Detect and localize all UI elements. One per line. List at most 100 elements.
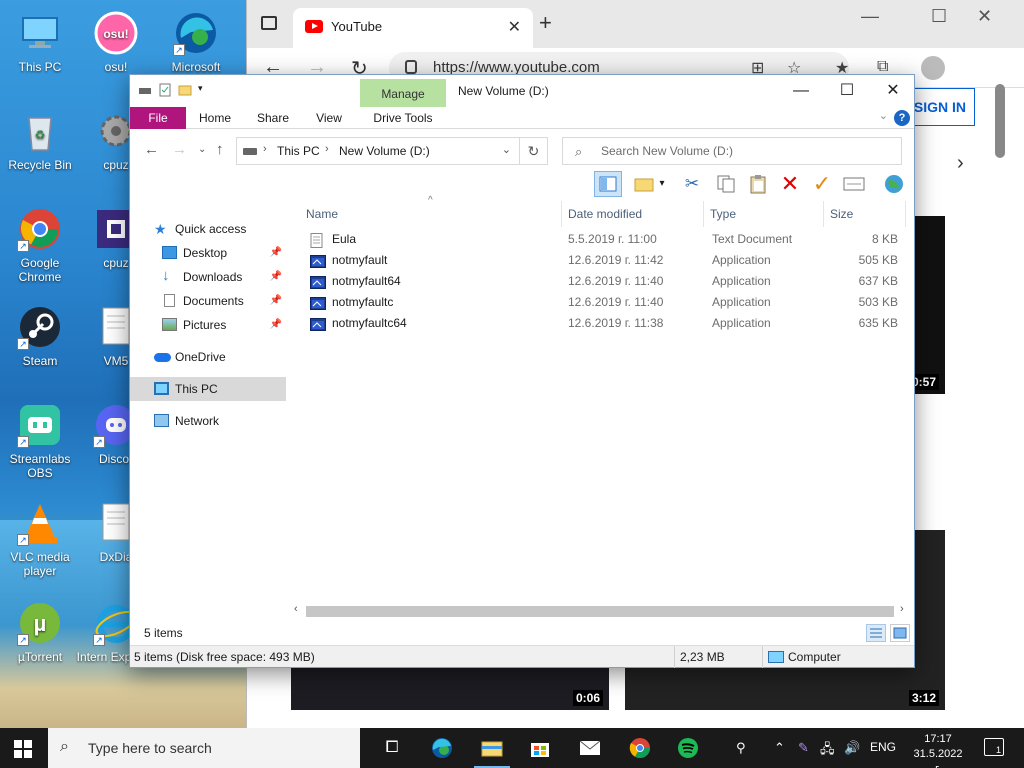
close-icon[interactable]: ✕ — [977, 6, 992, 27]
new-folder-icon[interactable] — [178, 83, 192, 97]
spotify-taskbar-icon[interactable] — [676, 736, 700, 760]
desktop-icon-this-pc[interactable]: This PC — [0, 10, 80, 74]
pin-icon[interactable]: 📌 — [270, 265, 282, 289]
nav-desktop[interactable]: Desktop 📌 — [130, 241, 286, 265]
chevron-right-icon[interactable]: › — [263, 143, 267, 155]
nav-pictures[interactable]: Pictures 📌 — [130, 313, 286, 337]
details-view-icon[interactable] — [866, 624, 886, 642]
scroll-left-icon[interactable]: ‹ — [294, 603, 298, 615]
pin-icon[interactable]: 📌 — [270, 289, 282, 313]
browser-scrollbar[interactable] — [995, 84, 1005, 158]
search-box[interactable]: ⌕ Search New Volume (D:) — [562, 137, 902, 165]
column-header-date-modified[interactable]: Date modified — [562, 201, 704, 227]
desktop-icon-streamlabs[interactable]: ↗ Streamlabs OBS — [0, 402, 80, 480]
nav-this-pc[interactable]: This PC — [130, 377, 286, 401]
column-header-name[interactable]: Name — [300, 201, 562, 227]
nav-onedrive[interactable]: OneDrive — [130, 345, 286, 369]
nav-downloads[interactable]: ↓ Downloads 📌 — [130, 265, 286, 289]
tab-actions-icon[interactable] — [261, 16, 277, 30]
desktop-icon-microsoft-edge[interactable]: ↗ Microsoft — [156, 10, 236, 74]
chevron-right-icon[interactable]: › — [325, 143, 329, 155]
task-view-icon[interactable]: ⧠ — [380, 736, 404, 760]
show-hidden-icons-chevron-icon[interactable]: ⌃ — [774, 740, 785, 756]
scrollbar-thumb[interactable] — [306, 606, 894, 617]
notification-center-icon[interactable]: 1 — [984, 738, 1004, 756]
file-row[interactable]: notmyfaultc64 12.6.2019 г. 11:38 Applicati… — [306, 313, 902, 334]
pin-icon[interactable]: 📌 — [270, 313, 282, 337]
breadcrumb-this-pc[interactable]: This PC — [277, 144, 320, 158]
chevron-right-icon[interactable]: › — [957, 152, 964, 175]
volume-icon[interactable]: 🔊 — [844, 740, 860, 756]
recent-locations-icon[interactable]: ⌄ — [198, 144, 206, 155]
copy-icon[interactable] — [712, 171, 740, 197]
video-thumbnail[interactable]: 0:06 — [291, 668, 609, 710]
close-icon[interactable]: ✕ — [870, 79, 916, 103]
scroll-right-icon[interactable]: › — [900, 603, 904, 615]
tab-share[interactable]: Share — [250, 107, 296, 129]
nav-network[interactable]: Network — [130, 409, 286, 433]
nav-documents[interactable]: Documents 📌 — [130, 289, 286, 313]
breadcrumb-new-volume[interactable]: New Volume (D:) — [339, 144, 430, 158]
paste-icon[interactable] — [744, 171, 772, 197]
maximize-icon[interactable]: ☐ — [824, 79, 870, 103]
globe-icon[interactable] — [880, 171, 908, 197]
feather-tray-icon[interactable]: ✎ — [798, 740, 809, 756]
help-icon[interactable]: ? — [894, 110, 910, 126]
network-tray-icon[interactable]: 🖧 — [820, 740, 835, 762]
file-row[interactable]: notmyfault64 12.6.2019 г. 11:40 Applicatio… — [306, 271, 902, 292]
expand-ribbon-icon[interactable]: ⌄ — [879, 109, 888, 122]
file-row[interactable]: Eula 5.5.2019 г. 11:00 Text Document 8 KB — [306, 229, 902, 250]
chevron-down-icon[interactable]: ▾ — [654, 171, 670, 197]
clock[interactable]: 17:17 31.5.2022 г. — [910, 732, 966, 768]
tab-drive-tools[interactable]: Drive Tools — [360, 107, 446, 129]
column-header-type[interactable]: Type — [704, 201, 824, 227]
pin-icon[interactable]: 📌 — [270, 241, 282, 265]
desktop-icon-osu[interactable]: osu! osu! — [76, 10, 156, 74]
forward-icon[interactable]: → — [172, 141, 187, 158]
properties-icon[interactable] — [158, 83, 172, 97]
chrome-taskbar-icon[interactable] — [628, 736, 652, 760]
mail-taskbar-icon[interactable] — [578, 736, 602, 760]
customize-toolbar-icon[interactable]: ▾ — [198, 83, 212, 97]
minimize-icon[interactable]: — — [778, 79, 824, 103]
desktop-icon-recycle-bin[interactable]: ♻ Recycle Bin — [0, 108, 80, 172]
file-explorer-taskbar-icon[interactable] — [474, 736, 510, 768]
language-indicator[interactable]: ENG — [870, 740, 896, 754]
file-row[interactable]: notmyfaultc 12.6.2019 г. 11:40 Application… — [306, 292, 902, 313]
cut-icon[interactable]: ✂ — [678, 171, 706, 197]
address-bar[interactable]: › This PC › New Volume (D:) ⌄ — [236, 137, 520, 165]
preview-pane-icon[interactable] — [594, 171, 622, 197]
tab-home[interactable]: Home — [190, 107, 240, 129]
refresh-button[interactable]: ↻ — [520, 137, 548, 165]
edge-taskbar-icon[interactable] — [430, 736, 454, 760]
file-date-modified: 5.5.2019 г. 11:00 — [568, 232, 657, 246]
desktop-icon-steam[interactable]: ↗ Steam — [0, 304, 80, 368]
desktop-icon-vlc[interactable]: ↗ VLC media player — [0, 500, 80, 578]
people-icon[interactable]: ⚲ — [736, 740, 746, 756]
large-icons-view-icon[interactable] — [890, 624, 910, 642]
column-header-size[interactable]: Size — [824, 201, 906, 227]
desktop-icon-chrome[interactable]: ↗ Google Chrome — [0, 206, 80, 284]
taskbar-search-box[interactable]: ⌕ Type here to search — [48, 728, 360, 768]
up-icon[interactable]: ↑ — [216, 141, 224, 158]
desktop-icon-utorrent[interactable]: µ ↗ µTorrent — [0, 600, 80, 664]
rename-check-icon[interactable]: ✓ — [808, 171, 836, 197]
horizontal-scrollbar[interactable]: ‹ › — [290, 603, 914, 619]
browser-tab-youtube[interactable]: YouTube ✕ — [293, 8, 533, 48]
chevron-down-icon[interactable]: ⌄ — [502, 143, 511, 156]
file-row[interactable]: notmyfault 12.6.2019 г. 11:42 Application 5… — [306, 250, 902, 271]
close-tab-icon[interactable]: ✕ — [508, 17, 521, 37]
windows-start-icon[interactable] — [14, 740, 32, 758]
store-taskbar-icon[interactable] — [528, 736, 552, 760]
nav-quick-access[interactable]: ★ Quick access — [130, 217, 286, 241]
properties-icon[interactable] — [840, 171, 868, 197]
new-tab-button[interactable]: + — [539, 10, 552, 36]
tab-view[interactable]: View — [306, 107, 352, 129]
delete-icon[interactable]: ✕ — [776, 171, 804, 197]
profile-avatar[interactable] — [921, 56, 945, 80]
back-icon[interactable]: ← — [144, 141, 159, 158]
manage-contextual-tab[interactable]: Manage — [360, 79, 446, 107]
maximize-icon[interactable]: ☐ — [931, 6, 947, 27]
tab-file[interactable]: File — [130, 107, 186, 129]
minimize-icon[interactable]: — — [861, 6, 879, 27]
